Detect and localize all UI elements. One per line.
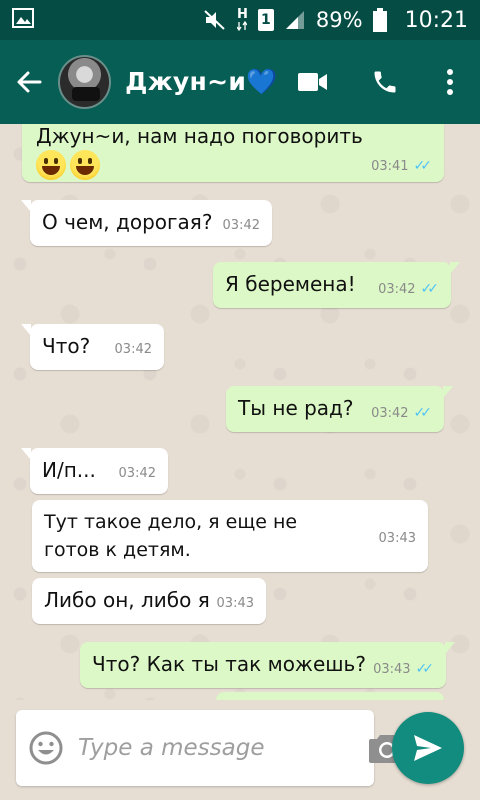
video-camera-icon bbox=[298, 73, 328, 91]
message-list[interactable]: Джун~и, нам надо поговорить 03:41 ✓✓ О ч… bbox=[0, 124, 480, 700]
smiley-icon bbox=[29, 731, 63, 765]
message-time: 03:42 bbox=[114, 342, 152, 357]
message-input[interactable] bbox=[78, 735, 368, 761]
message-meta: 03:42 ✓✓ bbox=[378, 281, 439, 297]
gallery-notification-icon bbox=[12, 7, 34, 33]
message-meta: 03:42 ✓✓ bbox=[371, 405, 432, 421]
message-bubble-outgoing[interactable]: Что? Как ты так можешь? 03:43 ✓✓ bbox=[80, 642, 455, 688]
emoji-smiling bbox=[70, 150, 100, 180]
mute-icon bbox=[203, 9, 227, 31]
message-meta: 03:42 bbox=[119, 466, 156, 481]
message-bubble-incoming[interactable]: Либо он, либо я 03:43 bbox=[32, 578, 266, 624]
message-bubble-incoming[interactable]: Тут такое дело, я еще не готов к детям. … bbox=[32, 500, 428, 572]
send-button[interactable] bbox=[392, 712, 464, 784]
network-type-label: H bbox=[237, 7, 248, 22]
message-time: 03:42 bbox=[118, 466, 156, 481]
message-text: Джун~и, нам надо поговорить bbox=[36, 124, 363, 148]
more-vertical-icon bbox=[447, 69, 454, 95]
message-time: 03:43 bbox=[373, 661, 411, 677]
message-meta: 03:43 ✓✓ bbox=[373, 661, 434, 677]
message-time: 03:43 bbox=[216, 596, 254, 611]
chat-header: Джун~и💙 bbox=[0, 40, 480, 124]
message-time: 03:43 bbox=[378, 531, 416, 546]
voice-call-button[interactable] bbox=[349, 40, 420, 124]
message-bubble-incoming[interactable]: И/п... 03:42 bbox=[21, 448, 168, 494]
composer-bar bbox=[0, 700, 480, 800]
contact-name-text: Джун~и bbox=[125, 67, 247, 96]
read-ticks-icon: ✓✓ bbox=[413, 158, 433, 174]
sim-label: 1 bbox=[257, 9, 274, 31]
message-time: 03:41 bbox=[371, 158, 409, 174]
message-meta: 03:43 bbox=[217, 596, 254, 611]
back-button[interactable] bbox=[0, 40, 58, 124]
message-time: 03:42 bbox=[222, 218, 260, 233]
signal-icon bbox=[284, 9, 306, 31]
message-bubble-incoming[interactable]: Что? 03:42 bbox=[21, 324, 164, 370]
video-call-button[interactable] bbox=[278, 40, 349, 124]
message-meta: 03:42 bbox=[223, 218, 260, 233]
read-ticks-icon: ✓✓ bbox=[415, 661, 435, 677]
clock: 10:21 bbox=[404, 7, 468, 33]
battery-percent: 89% bbox=[315, 8, 363, 32]
contact-name[interactable]: Джун~и💙 bbox=[125, 67, 277, 97]
status-bar: H 1 89% 10:21 bbox=[0, 0, 480, 40]
read-ticks-icon: ✓✓ bbox=[420, 281, 440, 297]
emoji-button[interactable] bbox=[28, 730, 64, 766]
message-bubble-outgoing-partial[interactable] bbox=[216, 692, 444, 700]
network-type-icon: H bbox=[237, 7, 248, 31]
composer-box bbox=[16, 710, 405, 786]
message-meta: 03:42 bbox=[115, 342, 152, 357]
message-time: 03:42 bbox=[371, 405, 409, 421]
back-arrow-icon bbox=[17, 71, 42, 93]
heart-emoji: 💙 bbox=[246, 67, 278, 96]
send-icon bbox=[414, 735, 442, 761]
message-bubble-incoming[interactable]: О чем, дорогая? 03:42 bbox=[21, 200, 272, 246]
emoji-grinning bbox=[36, 150, 66, 180]
more-options-button[interactable] bbox=[420, 40, 480, 124]
message-bubble-outgoing[interactable]: Я беремена! 03:42 ✓✓ bbox=[213, 262, 460, 308]
message-bubble-outgoing[interactable]: Ты не рад? 03:42 ✓✓ bbox=[226, 386, 453, 432]
read-ticks-icon: ✓✓ bbox=[413, 405, 433, 421]
message-time: 03:42 bbox=[378, 281, 416, 297]
message-meta: 03:41 ✓✓ bbox=[371, 158, 432, 174]
message-meta: 03:43 bbox=[379, 531, 416, 546]
battery-icon bbox=[372, 8, 387, 32]
message-bubble-outgoing[interactable]: Джун~и, нам надо поговорить 03:41 ✓✓ bbox=[22, 124, 444, 182]
sim-icon: 1 bbox=[257, 9, 274, 31]
phone-icon bbox=[374, 71, 396, 93]
message-text: Тут такое дело, я еще не готов к детям. bbox=[44, 511, 298, 561]
avatar[interactable] bbox=[57, 55, 112, 109]
